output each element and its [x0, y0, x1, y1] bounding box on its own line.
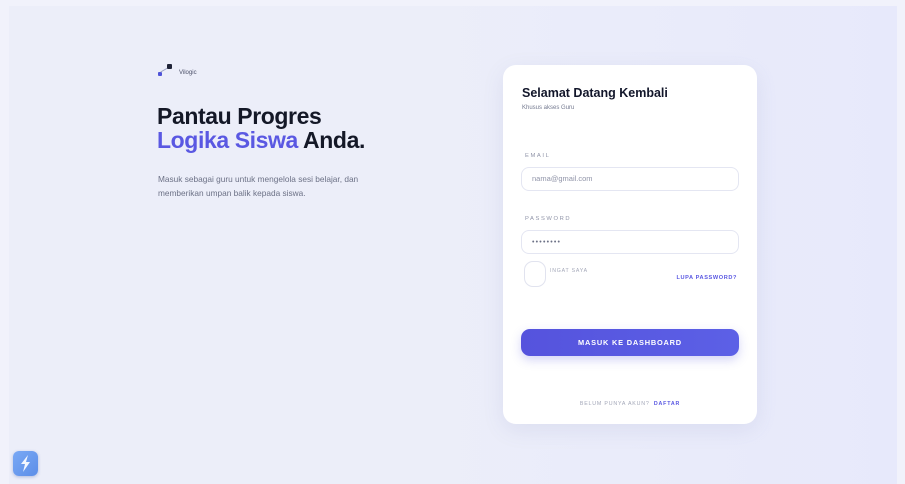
hero-suffix: Anda. — [297, 127, 365, 153]
email-placeholder: nama@gmail.com — [532, 174, 593, 183]
page-background — [9, 6, 897, 484]
register-prompt: BELUM PUNYA AKUN? DAFTAR — [503, 401, 757, 407]
login-title: Selamat Datang Kembali — [522, 86, 668, 100]
lightning-app-icon[interactable] — [13, 451, 38, 476]
remember-me[interactable]: INGAT SAYA — [524, 261, 588, 287]
login-subtitle: Khusus akses Guru — [522, 105, 575, 111]
hero-description: Masuk sebagai guru untuk mengelola sesi … — [158, 174, 359, 198]
email-field[interactable]: nama@gmail.com — [521, 167, 739, 191]
password-value: •••••••• — [532, 239, 562, 246]
remember-checkbox[interactable] — [524, 261, 546, 287]
forgot-password-link[interactable]: LUPA PASSWORD? — [676, 275, 737, 281]
hero-accent: Logika Siswa — [157, 127, 298, 153]
hero-headline: Pantau Progres Logika Siswa Anda. — [157, 104, 365, 152]
login-card: Selamat Datang Kembali Khusus akses Guru… — [503, 65, 757, 424]
remember-label: INGAT SAYA — [550, 268, 588, 274]
hero-line1: Pantau Progres — [157, 103, 322, 129]
vilogic-logo-icon — [158, 64, 172, 76]
brand: Vilogic — [158, 64, 197, 76]
password-field[interactable]: •••••••• — [521, 230, 739, 254]
password-label: PASSWORD — [525, 216, 572, 222]
register-question: BELUM PUNYA AKUN? — [579, 401, 650, 407]
login-submit-button[interactable]: MASUK KE DASHBOARD — [521, 329, 739, 356]
brand-name: Vilogic — [179, 70, 197, 76]
email-label: EMAIL — [525, 153, 551, 159]
register-link[interactable]: DAFTAR — [654, 401, 680, 407]
